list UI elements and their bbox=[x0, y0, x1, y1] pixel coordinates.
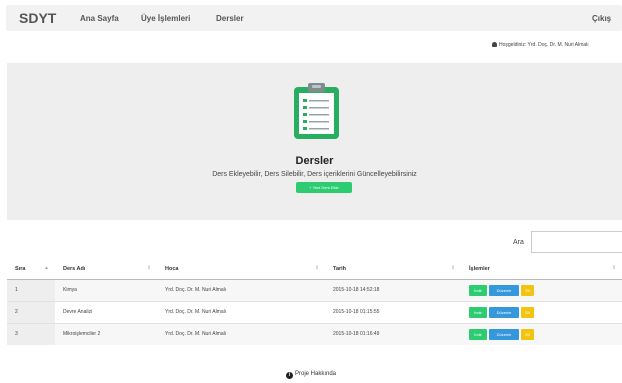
page-subtitle: Ders Ekleyebilir, Ders Silebilir, Ders i… bbox=[212, 171, 417, 178]
download-button[interactable]: İndir bbox=[469, 328, 487, 340]
search-input[interactable] bbox=[531, 231, 622, 253]
nav-home[interactable]: Ana Sayfa bbox=[80, 14, 119, 23]
delete-button[interactable]: Sil bbox=[521, 284, 534, 296]
page-title: Dersler bbox=[295, 155, 334, 167]
table-row: 1 Kimya Yrd. Doç. Dr. M. Nuri Almalı 201… bbox=[7, 278, 622, 301]
table-row: 3 Mikroişlemciler 2 Yrd. Doç. Dr. M. Nur… bbox=[7, 322, 622, 345]
table-row: 2 Devre Analizi Yrd. Doç. Dr. M. Nuri Al… bbox=[7, 300, 622, 323]
table-header-row: Sıra ▲ Ders Adı ⇕ Hoca ⇕ Tarih ⇕ İşlemler ⇕ bbox=[7, 259, 622, 280]
col-header-label: İşlemler bbox=[469, 265, 490, 272]
cell-tarih: 2015-10-18 01:15:55 bbox=[325, 300, 461, 323]
nav-members[interactable]: Üye İşlemleri bbox=[141, 14, 190, 23]
search-label: Ara bbox=[513, 239, 524, 246]
cell-hoca: Yrd. Doç. Dr. M. Nuri Almalı bbox=[157, 322, 325, 345]
edit-button[interactable]: Düzenle bbox=[489, 284, 519, 296]
cell-hoca: Yrd. Doç. Dr. M. Nuri Almalı bbox=[157, 278, 325, 301]
sort-icon: ⇕ bbox=[611, 265, 616, 271]
col-header-hoca[interactable]: Hoca ⇕ bbox=[157, 259, 325, 280]
cell-hoca: Yrd. Doç. Dr. M. Nuri Almalı bbox=[157, 300, 325, 323]
col-header-tarih[interactable]: Tarih ⇕ bbox=[325, 259, 461, 280]
nav-logout[interactable]: Çıkış bbox=[592, 14, 611, 23]
cell-ders: Devre Analizi bbox=[55, 300, 157, 323]
col-header-islemler[interactable]: İşlemler ⇕ bbox=[461, 259, 622, 280]
navbar: SDYT Ana Sayfa Üye İşlemleri Dersler Çık… bbox=[6, 5, 622, 31]
col-header-ders[interactable]: Ders Adı ⇕ bbox=[55, 259, 157, 280]
welcome-label: Hoşgeldiniz: Yrd. Doç. Dr. M. Nuri Almal… bbox=[499, 42, 589, 48]
footer-label: Proje Hakkında bbox=[294, 371, 337, 377]
delete-button[interactable]: Sil bbox=[521, 306, 534, 318]
brand-logo[interactable]: SDYT bbox=[19, 10, 56, 26]
cell-actions: İndir Düzenle Sil bbox=[461, 322, 622, 345]
footer-link[interactable]: i Proje Hakkında bbox=[0, 371, 622, 379]
cell-actions: İndir Düzenle Sil bbox=[461, 278, 622, 301]
sort-icon: ⇕ bbox=[146, 265, 151, 271]
jumbotron: Dersler Ders Ekleyebilir, Ders Silebilir… bbox=[7, 63, 622, 220]
edit-button[interactable]: Düzenle bbox=[489, 306, 519, 318]
delete-button[interactable]: Sil bbox=[521, 328, 534, 340]
cell-tarih: 2015-10-18 14:52:18 bbox=[325, 278, 461, 301]
col-header-label: Ders Adı bbox=[63, 265, 86, 272]
sort-icon: ⇕ bbox=[314, 265, 319, 271]
edit-button[interactable]: Düzenle bbox=[489, 328, 519, 340]
download-button[interactable]: İndir bbox=[469, 284, 487, 296]
col-header-label: Tarih bbox=[333, 265, 347, 272]
welcome-text: Hoşgeldiniz: Yrd. Doç. Dr. M. Nuri Almal… bbox=[492, 42, 589, 48]
nav-courses[interactable]: Dersler bbox=[216, 14, 244, 23]
new-course-button[interactable]: + Yeni Ders Ekle bbox=[296, 182, 352, 193]
cell-tarih: 2015-10-18 01:16:49 bbox=[325, 322, 461, 345]
download-button[interactable]: İndir bbox=[469, 306, 487, 318]
sort-icon: ⇕ bbox=[450, 265, 455, 271]
col-header-label: Sıra bbox=[15, 265, 26, 272]
cell-sira: 1 bbox=[7, 278, 55, 301]
sort-asc-icon: ▲ bbox=[44, 265, 49, 271]
clipboard-icon bbox=[294, 83, 339, 139]
cell-actions: İndir Düzenle Sil bbox=[461, 300, 622, 323]
col-header-label: Hoca bbox=[165, 265, 179, 272]
col-header-sira[interactable]: Sıra ▲ bbox=[7, 259, 55, 280]
user-icon bbox=[492, 42, 497, 47]
cell-sira: 2 bbox=[7, 300, 55, 323]
courses-table: Sıra ▲ Ders Adı ⇕ Hoca ⇕ Tarih ⇕ İşlemler ⇕ 1… bbox=[7, 259, 622, 345]
info-icon: i bbox=[285, 372, 293, 379]
cell-ders: Kimya bbox=[55, 278, 157, 301]
cell-sira: 3 bbox=[7, 322, 55, 345]
cell-ders: Mikroişlemciler 2 bbox=[55, 322, 157, 345]
